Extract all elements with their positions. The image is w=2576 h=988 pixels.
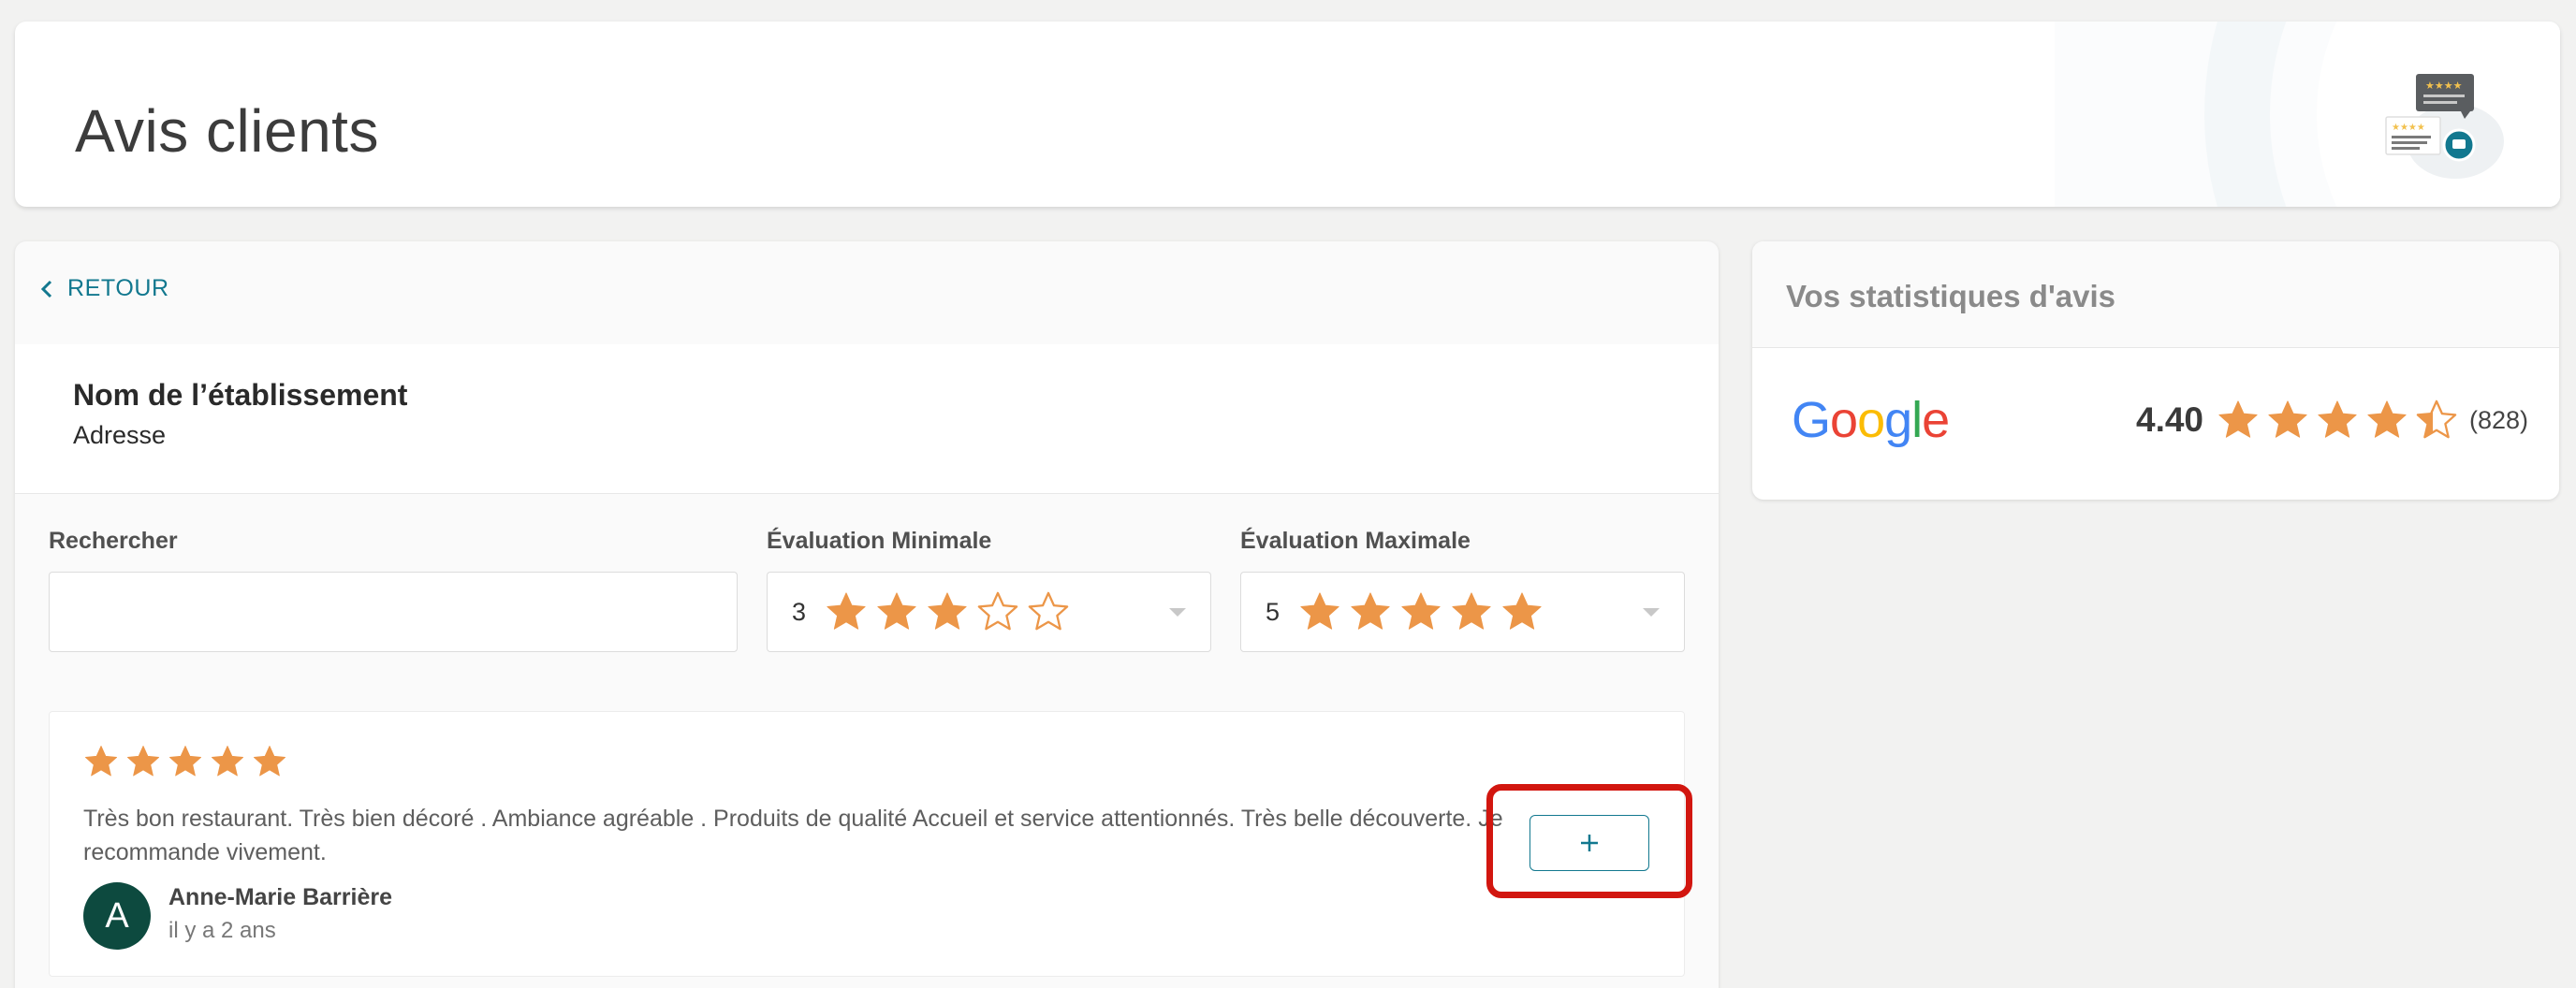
star-full-icon: [1502, 592, 1542, 630]
page-header: Avis clients ★★★★ ★★★★: [15, 22, 2560, 207]
min-rating-stars: [825, 590, 1070, 633]
star-full-icon: [928, 592, 967, 630]
max-rating-select[interactable]: 5: [1240, 572, 1685, 652]
back-link-label: RETOUR: [67, 275, 169, 301]
star-full-icon: [211, 745, 244, 777]
review-text: Très bon restaurant. Très bien décoré . …: [83, 806, 1503, 865]
review-card: Très bon restaurant. Très bien décoré . …: [49, 711, 1685, 977]
stats-stars: [2217, 399, 2458, 442]
establishment-address: Adresse: [73, 421, 167, 449]
max-rating-value: 5: [1266, 597, 1281, 626]
establishment-block: Nom de l’établissement Adresse: [15, 344, 1719, 494]
max-rating-stars: [1298, 590, 1544, 633]
highlight-annotation: [1486, 784, 1692, 898]
stats-score: 4.40: [2136, 400, 2204, 439]
back-link[interactable]: RETOUR: [39, 275, 169, 302]
stats-title: Vos statistiques d'avis: [1786, 279, 2116, 313]
star-full-icon: [84, 745, 118, 777]
star-full-icon: [877, 592, 916, 630]
min-rating-label: Évaluation Minimale: [767, 528, 992, 554]
star-full-icon: [827, 592, 866, 630]
min-rating-value: 3: [792, 597, 807, 626]
google-logo: Google: [1792, 392, 1950, 448]
establishment-name: Nom de l’établissement: [73, 378, 408, 412]
star-full-icon: [2318, 400, 2357, 438]
star-full-icon: [126, 745, 160, 777]
star-half-icon: [2416, 400, 2457, 439]
stats-count: (828): [2469, 405, 2529, 434]
review-time: il y a 2 ans: [168, 918, 276, 943]
star-empty-icon: [977, 591, 1018, 631]
page-title: Avis clients: [75, 97, 379, 165]
review-author: Anne-Marie Barrière: [168, 884, 392, 910]
star-full-icon: [1401, 592, 1441, 630]
svg-text:★★★★: ★★★★: [2425, 80, 2463, 92]
svg-text:★★★★: ★★★★: [2392, 123, 2425, 133]
star-empty-icon: [1028, 591, 1069, 631]
search-label: Rechercher: [49, 528, 178, 554]
review-stars: [83, 744, 287, 779]
max-rating-label: Évaluation Maximale: [1240, 528, 1471, 554]
star-full-icon: [1452, 592, 1491, 630]
star-full-icon: [2367, 400, 2407, 438]
chevron-down-icon: [1643, 608, 1660, 617]
star-full-icon: [168, 745, 202, 777]
min-rating-select[interactable]: 3: [767, 572, 1211, 652]
star-full-icon: [1300, 592, 1339, 630]
star-full-icon: [253, 745, 286, 777]
avatar: A: [83, 882, 151, 950]
chevron-down-icon: [1169, 608, 1186, 617]
stats-rating: 4.40 (828): [2136, 399, 2528, 442]
search-input[interactable]: [49, 572, 738, 652]
star-full-icon: [2268, 400, 2307, 438]
chevron-left-icon: [40, 280, 52, 298]
reviews-illustration-icon: ★★★★ ★★★★: [2385, 74, 2504, 179]
star-full-icon: [1351, 592, 1390, 630]
star-full-icon: [2218, 400, 2258, 438]
stats-card: Vos statistiques d'avis Google 4.40 (828…: [1752, 241, 2559, 500]
